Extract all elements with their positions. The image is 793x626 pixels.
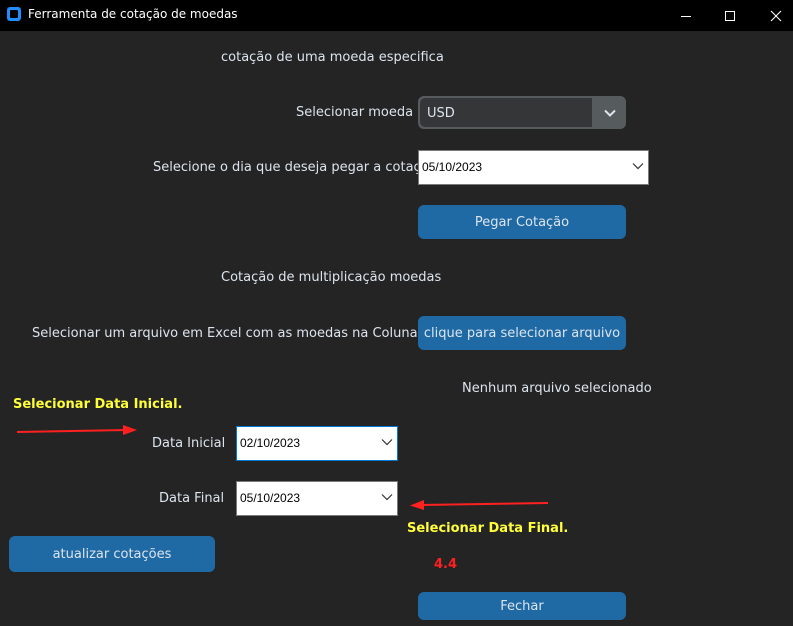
start-date-picker[interactable]: 02/10/2023: [236, 426, 398, 461]
currency-dropdown-button[interactable]: [594, 96, 626, 129]
maximize-button[interactable]: [707, 0, 753, 31]
minimize-icon: [681, 15, 691, 17]
chevron-down-icon[interactable]: [632, 162, 644, 170]
file-status: Nenhum arquivo selecionado: [462, 381, 652, 396]
end-date-value: 05/10/2023: [240, 491, 301, 505]
quote-date-picker[interactable]: 05/10/2023: [418, 150, 649, 185]
start-date-annotation: Selecionar Data Inicial.: [13, 397, 183, 412]
single-quote-heading: cotação de uma moeda especifica: [221, 50, 444, 65]
file-label: Selecionar um arquivo em Excel com as mo…: [32, 326, 431, 341]
close-window-button[interactable]: [753, 0, 793, 31]
minimize-button[interactable]: [663, 0, 709, 31]
app-window: Ferramenta de cotação de moedas cotação …: [0, 0, 793, 626]
get-quote-button[interactable]: Pegar Cotação: [418, 205, 626, 239]
multi-quote-heading: Cotação de multiplicação moedas: [221, 270, 442, 285]
quote-date-value: 05/10/2023: [422, 160, 483, 174]
end-date-picker[interactable]: 05/10/2023: [236, 481, 398, 516]
currency-label: Selecionar moeda: [296, 105, 414, 120]
annotation-arrow-right: [17, 425, 137, 435]
close-icon: [770, 10, 782, 21]
chevron-down-icon[interactable]: [381, 493, 393, 501]
end-date-label: Data Final: [159, 491, 225, 506]
window-title: Ferramenta de cotação de moedas: [28, 7, 238, 21]
title-bar: Ferramenta de cotação de moedas: [0, 0, 793, 31]
version-annotation: 4.4: [434, 557, 458, 572]
currency-field[interactable]: USD: [420, 98, 592, 127]
update-quotes-button[interactable]: atualizar cotações: [9, 536, 215, 572]
chevron-down-icon[interactable]: [381, 438, 393, 446]
chevron-down-icon: [604, 109, 616, 117]
app-icon: [7, 7, 21, 21]
currency-combobox[interactable]: USD: [418, 96, 626, 129]
start-date-label: Data Inicial: [152, 436, 226, 451]
close-app-button[interactable]: Fechar: [418, 592, 626, 620]
maximize-icon: [725, 10, 735, 21]
annotation-arrow-left: [410, 500, 549, 510]
currency-value: USD: [427, 106, 455, 121]
end-date-annotation: Selecionar Data Final.: [407, 521, 569, 536]
select-file-button[interactable]: clique para selecionar arquivo: [418, 316, 626, 350]
day-label: Selecione o dia que deseja pegar a cotaç…: [153, 160, 437, 175]
start-date-value: 02/10/2023: [240, 436, 301, 450]
